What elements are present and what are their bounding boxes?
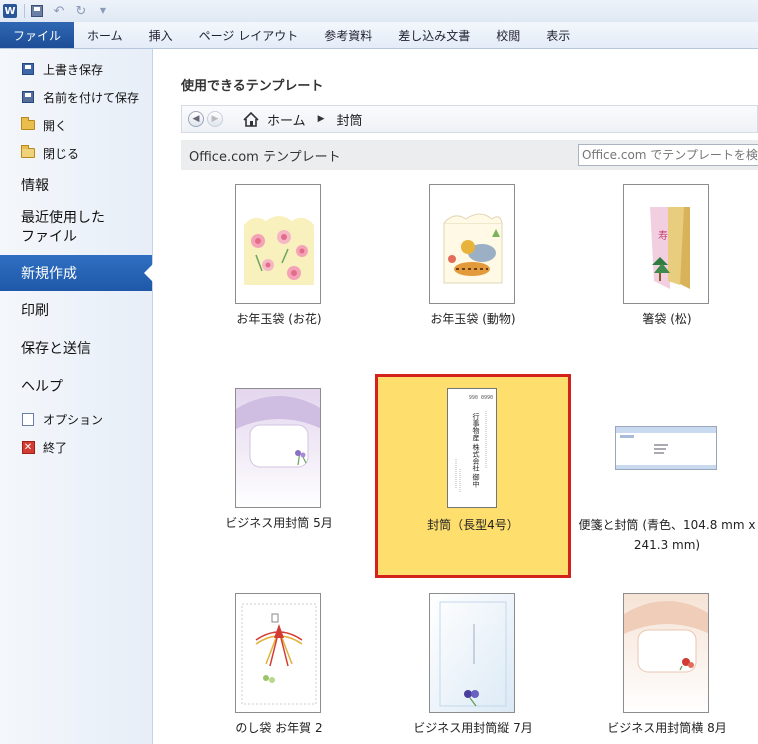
word-app-icon[interactable]: W [2,3,18,19]
template-thumbnail [429,184,515,304]
nav-open-label: 開く [43,118,68,133]
template-caption: 封筒（長型4号） [427,518,519,532]
redo-icon[interactable]: ↻ [73,3,89,19]
breadcrumb: ◀ ▶ ホーム ▶ 封筒 [181,105,758,133]
nav-recent-line1: 最近使用した [21,210,105,226]
nav-save[interactable]: 上書き保存 [0,55,152,83]
nav-help[interactable]: ヘルプ [0,367,152,405]
options-icon [21,412,35,426]
qat-save-icon[interactable] [29,3,45,19]
template-thumbnail [623,593,709,713]
template-caption-line1: 便箋と封筒 (青色、104.8 mm x [578,518,756,532]
nav-info[interactable]: 情報 [0,167,152,203]
template-caption: ビジネス用封筒横 8月 [607,721,727,735]
back-icon[interactable]: ◀ [188,111,204,127]
template-letter-envelope-blue[interactable]: 便箋と封筒 (青色、104.8 mm x 241.3 mm) [569,378,758,582]
template-caption: お年玉袋 (お花) [236,312,322,326]
template-thumbnail [235,388,321,508]
tab-references[interactable]: 参考資料 [311,22,385,48]
nav-recent-line2: ファイル [21,229,77,245]
qat-separator [24,4,25,18]
template-caption-line2: 241.3 mm) [633,538,701,552]
tab-home[interactable]: ホーム [74,22,136,48]
template-caption: 箸袋 (松) [642,312,692,326]
breadcrumb-home[interactable]: ホーム [267,110,306,129]
template-business-envelope-vertical-july[interactable]: ビジネス用封筒縦 7月 [375,587,571,744]
nav-print[interactable]: 印刷 [0,291,152,329]
office-com-label: Office.com テンプレート [189,149,341,165]
template-envelope-naga4[interactable]: 990 0990 行事物産 株式会社 御中 封筒（長型4号） [375,374,571,582]
templates-panel: 使用できるテンプレート ◀ ▶ ホーム ▶ 封筒 Office.com テンプレ… [153,49,758,744]
home-icon[interactable] [243,111,259,127]
save-icon [21,62,35,76]
section-title: 使用できるテンプレート [181,79,324,94]
tab-insert[interactable]: 挿入 [136,22,186,48]
nav-save-as[interactable]: 名前を付けて保存 [0,83,152,111]
template-thumbnail [429,593,515,713]
template-otoshidama-animal[interactable]: お年玉袋 (動物) [375,178,571,348]
undo-icon[interactable]: ↶ [51,3,67,19]
tab-mailings[interactable]: 差し込み文書 [385,22,483,48]
template-business-envelope-may[interactable]: ビジネス用封筒 5月 [181,378,377,582]
nav-options[interactable]: オプション [0,405,152,433]
nav-save-as-label: 名前を付けて保存 [43,90,140,105]
nav-exit-label: 終了 [43,440,68,455]
open-folder-icon [21,117,35,132]
nav-recent[interactable]: 最近使用した ファイル [0,203,152,253]
svg-text:寿: 寿 [658,229,668,242]
template-thumbnail [235,593,321,713]
template-caption: ビジネス用封筒縦 7月 [413,721,533,735]
template-caption: ビジネス用封筒 5月 [225,516,333,530]
nav-exit[interactable]: ✕ 終了 [0,433,152,461]
ribbon-tabs: ファイル ホーム 挿入 ページ レイアウト 参考資料 差し込み文書 校閲 表示 [0,22,758,49]
nav-new[interactable]: 新規作成 [0,255,153,291]
office-com-bar: Office.com テンプレート [181,140,758,170]
template-caption: のし袋 お年賀 2 [235,721,323,735]
template-thumbnail: 990 0990 行事物産 株式会社 御中 [447,388,497,508]
nav-save-send[interactable]: 保存と送信 [0,329,152,367]
save-as-icon [21,90,35,104]
breadcrumb-separator-icon: ▶ [317,114,325,124]
nav-close[interactable]: 閉じる [0,139,152,167]
nav-save-label: 上書き保存 [43,62,104,77]
quick-access-toolbar: W ↶ ↻ ▼ [0,0,758,22]
template-thumbnail [615,426,717,470]
qat-customize-icon[interactable]: ▼ [95,3,111,19]
template-thumbnail [235,184,321,304]
exit-icon: ✕ [21,440,35,454]
nav-open[interactable]: 開く [0,111,152,139]
template-caption: お年玉袋 (動物) [430,312,516,326]
tab-page-layout[interactable]: ページ レイアウト [186,22,312,48]
template-otoshidama-flower[interactable]: お年玉袋 (お花) [181,178,377,348]
template-hashibukuro-pine[interactable]: 寿 箸袋 (松) [569,178,758,348]
template-search-input[interactable] [578,144,758,166]
tab-view[interactable]: 表示 [533,22,583,48]
nav-close-label: 閉じる [43,146,80,161]
template-business-envelope-horizontal-august[interactable]: ビジネス用封筒横 8月 [569,587,758,744]
tab-review[interactable]: 校閲 [483,22,533,48]
tab-file[interactable]: ファイル [0,22,75,48]
forward-icon[interactable]: ▶ [207,111,223,127]
breadcrumb-current: 封筒 [336,113,363,129]
template-thumbnail: 寿 [623,184,709,304]
nav-options-label: オプション [43,412,104,427]
backstage-nav: 上書き保存 名前を付けて保存 開く 閉じる 情報 最近使用した ファイル 新規作… [0,49,153,744]
template-noshi-new-year[interactable]: のし袋 お年賀 2 [181,587,377,744]
close-folder-icon [21,145,35,160]
